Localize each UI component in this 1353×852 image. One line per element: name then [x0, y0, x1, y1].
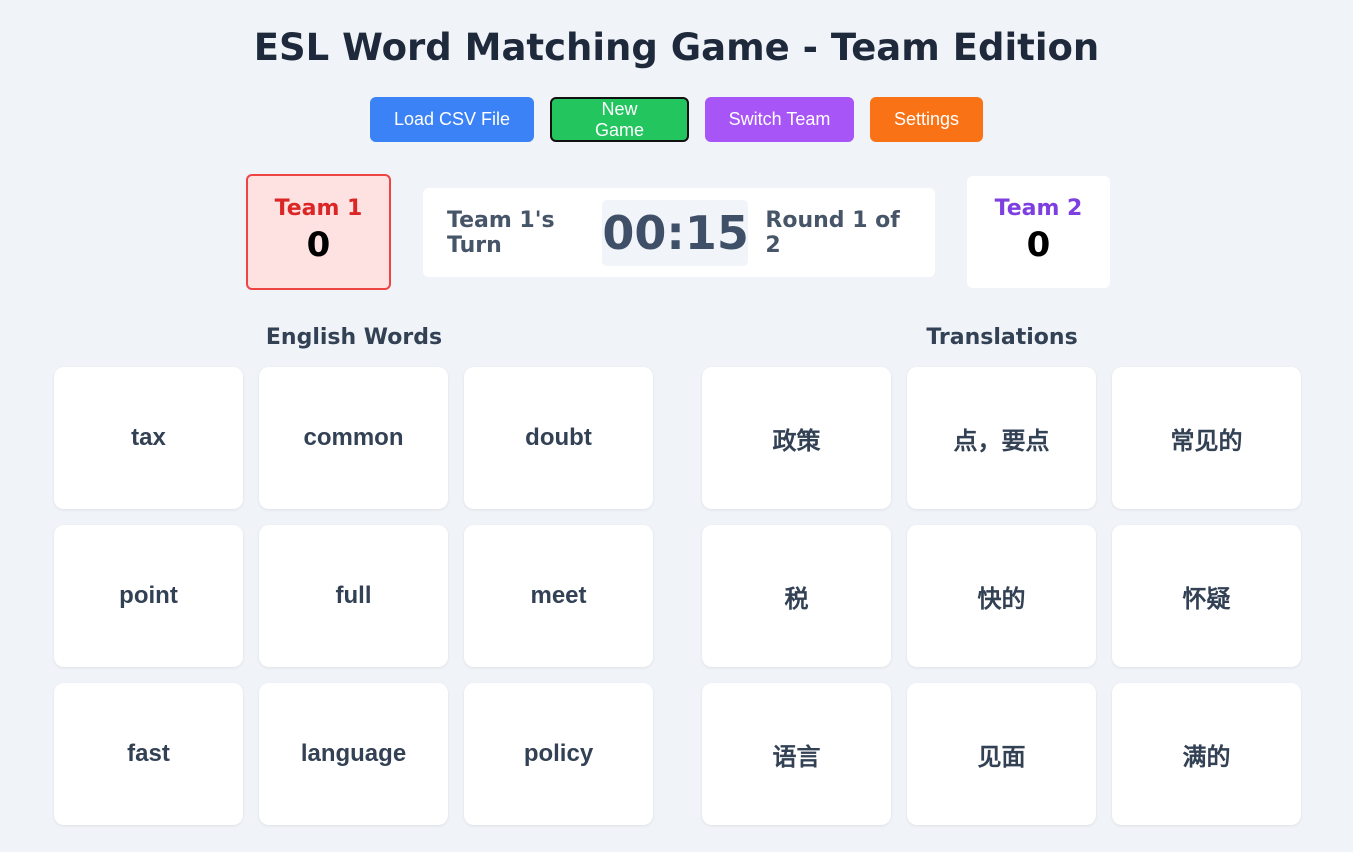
translation-card[interactable]: 政策: [702, 367, 891, 509]
team-2-score: 0: [1026, 225, 1051, 265]
countdown-timer: 00:15: [602, 199, 749, 266]
english-word-card[interactable]: meet: [464, 525, 653, 667]
translation-grid: 政策 点，要点 常见的 税 快的 怀疑 语言 见面 满的: [702, 367, 1301, 825]
translation-card[interactable]: 快的: [907, 525, 1096, 667]
translation-card[interactable]: 常见的: [1112, 367, 1301, 509]
team-2-card: Team 2 0: [967, 176, 1110, 288]
english-word-card[interactable]: doubt: [464, 367, 653, 509]
load-csv-button[interactable]: Load CSV File: [370, 97, 534, 142]
translation-card[interactable]: 税: [702, 525, 891, 667]
new-game-button[interactable]: New Game: [550, 97, 689, 142]
translation-card[interactable]: 语言: [702, 683, 891, 825]
english-word-card[interactable]: point: [54, 525, 243, 667]
english-word-card[interactable]: language: [259, 683, 448, 825]
english-word-card[interactable]: fast: [54, 683, 243, 825]
translation-card[interactable]: 怀疑: [1112, 525, 1301, 667]
turn-indicator: Team 1's Turn: [447, 207, 555, 258]
english-word-card[interactable]: tax: [54, 367, 243, 509]
english-word-card[interactable]: common: [259, 367, 448, 509]
team-1-name: Team 1: [274, 196, 363, 221]
english-words-heading: English Words: [265, 325, 443, 350]
english-word-card[interactable]: policy: [464, 683, 653, 825]
translation-card[interactable]: 点，要点: [907, 367, 1096, 509]
game-status-panel: Team 1's Turn 00:15 Round 1 of 2: [423, 188, 935, 277]
team-2-name: Team 2: [994, 196, 1083, 221]
translation-card[interactable]: 满的: [1112, 683, 1301, 825]
switch-team-button[interactable]: Switch Team: [705, 97, 854, 142]
toolbar: Load CSV File New Game Switch Team Setti…: [0, 97, 1353, 142]
english-word-grid: tax common doubt point full meet fast la…: [54, 367, 653, 825]
page-title: ESL Word Matching Game - Team Edition: [253, 26, 1100, 69]
translations-heading: Translations: [926, 325, 1078, 350]
translation-card[interactable]: 见面: [907, 683, 1096, 825]
english-word-card[interactable]: full: [259, 525, 448, 667]
round-indicator: Round 1 of 2: [765, 207, 900, 258]
settings-button[interactable]: Settings: [870, 97, 983, 142]
team-1-score: 0: [306, 225, 331, 265]
team-1-card: Team 1 0: [246, 174, 391, 290]
